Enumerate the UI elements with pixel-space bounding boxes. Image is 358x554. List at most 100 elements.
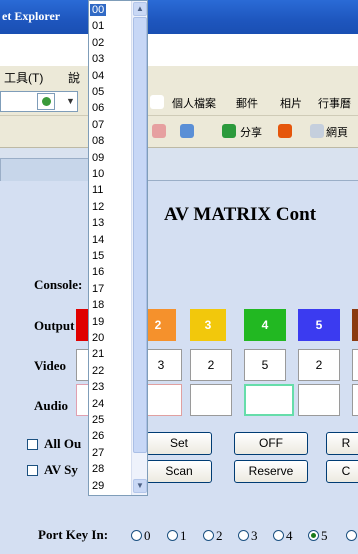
audio-input-4[interactable] xyxy=(244,384,294,416)
dropdown-option[interactable]: 02 xyxy=(92,37,104,49)
dropdown-option[interactable]: 04 xyxy=(92,70,104,82)
dropdown-option[interactable]: 09 xyxy=(92,152,104,164)
menu-help[interactable]: 說 xyxy=(68,69,80,86)
port-radio-4[interactable] xyxy=(273,530,284,541)
console-label: Console: xyxy=(34,277,83,292)
dropdown-option[interactable]: 16 xyxy=(92,266,104,278)
photos-link[interactable]: 相片 xyxy=(280,95,302,111)
dropdown-option[interactable]: 08 xyxy=(92,135,104,147)
all-output-checkbox[interactable] xyxy=(27,439,38,450)
dropdown-option[interactable]: 10 xyxy=(92,168,104,180)
dropdown-option[interactable]: 11 xyxy=(92,184,103,196)
video-input-4[interactable]: 5 xyxy=(244,349,286,381)
av-sync-label: AV Sy xyxy=(44,462,78,477)
port-radio-6[interactable] xyxy=(346,530,357,541)
hour-dropdown-list[interactable]: ▲ ▼ 00 01 02 03 04 05 06 07 08 09 10 11 12 13 14 15 16 17… xyxy=(88,0,148,496)
audio-input-6[interactable] xyxy=(352,384,358,416)
reserve-button[interactable]: Reserve xyxy=(234,460,308,483)
audio-label: Audio xyxy=(34,398,68,413)
title-bar: et Explorer xyxy=(0,0,358,34)
calendar-link[interactable]: 行事曆 xyxy=(318,95,351,111)
dropdown-option[interactable]: 07 xyxy=(92,119,104,131)
dropdown-option[interactable]: 00 xyxy=(90,4,107,16)
audio-input-3[interactable] xyxy=(190,384,232,416)
port-option-2: 2 xyxy=(216,528,223,543)
links-toolbar: ▼ 分享 網頁 xyxy=(0,116,358,148)
menu-bar: 工具(T) 說 xyxy=(0,66,358,88)
dropdown-option[interactable]: 06 xyxy=(92,102,104,114)
dropdown-option[interactable]: 03 xyxy=(92,53,104,65)
port-radio-1[interactable] xyxy=(167,530,178,541)
window-title: et Explorer xyxy=(2,9,61,23)
share-icon xyxy=(222,124,236,138)
output-3-header: 3 xyxy=(190,309,226,341)
web-button[interactable]: 網頁 xyxy=(326,124,348,140)
port-option-3: 3 xyxy=(251,528,258,543)
scan-button[interactable]: Scan xyxy=(146,460,212,483)
port-radio-2[interactable] xyxy=(203,530,214,541)
port-option-5: 5 xyxy=(321,528,328,543)
dropdown-option[interactable]: 23 xyxy=(92,381,104,393)
port-option-0: 0 xyxy=(144,528,151,543)
output-1-color xyxy=(76,309,88,341)
tab-strip xyxy=(0,148,358,181)
dropdown-option[interactable]: 15 xyxy=(92,250,104,262)
video-input-6[interactable] xyxy=(352,349,358,381)
video-input-1[interactable] xyxy=(76,349,88,381)
port-option-4: 4 xyxy=(286,528,293,543)
personal-files-link[interactable]: 個人檔案 xyxy=(172,95,216,111)
dropdown-option[interactable]: 05 xyxy=(92,86,104,98)
dropdown-option[interactable]: 22 xyxy=(92,365,104,377)
dropdown-option[interactable]: 24 xyxy=(92,398,104,410)
dropdown-option[interactable]: 29 xyxy=(92,480,104,492)
plus-icon[interactable] xyxy=(180,124,194,138)
dropdown-option[interactable]: 27 xyxy=(92,447,104,459)
dropdown-option[interactable]: 14 xyxy=(92,234,104,246)
share-button[interactable]: 分享 xyxy=(240,124,262,140)
dropdown-option[interactable]: 20 xyxy=(92,332,104,344)
web-icon xyxy=(310,124,324,138)
dropdown-option[interactable]: 17 xyxy=(92,283,104,295)
brush-icon[interactable] xyxy=(152,124,166,138)
output-6-color xyxy=(352,309,358,341)
chevron-down-icon[interactable]: ▼ xyxy=(66,96,75,106)
dropdown-option[interactable]: 25 xyxy=(92,414,104,426)
mail-link[interactable]: 郵件 xyxy=(236,95,258,111)
video-input-5[interactable]: 2 xyxy=(298,349,340,381)
audio-input-1[interactable] xyxy=(76,384,88,416)
port-radio-5[interactable] xyxy=(308,530,319,541)
output-4-header: 4 xyxy=(244,309,286,341)
audio-input-5[interactable] xyxy=(298,384,340,416)
all-output-label: All Ou xyxy=(44,436,82,451)
port-radio-3[interactable] xyxy=(238,530,249,541)
go-button[interactable] xyxy=(37,93,55,110)
scroll-down-button[interactable]: ▼ xyxy=(133,479,147,493)
av-sync-checkbox[interactable] xyxy=(27,465,38,476)
set-button[interactable]: Set xyxy=(146,432,212,455)
video-label: Video xyxy=(34,358,67,373)
r-button[interactable]: R xyxy=(326,432,358,455)
dropdown-option[interactable]: 12 xyxy=(92,201,104,213)
dropdown-scrollbar[interactable]: ▲ ▼ xyxy=(131,1,147,495)
video-input-3[interactable]: 2 xyxy=(190,349,232,381)
dropdown-option[interactable]: 28 xyxy=(92,463,104,475)
c-button[interactable]: C xyxy=(326,460,358,483)
output-5-header: 5 xyxy=(298,309,340,341)
dropdown-option[interactable]: 13 xyxy=(92,217,104,229)
dropdown-option[interactable]: 26 xyxy=(92,430,104,442)
scrollbar-thumb[interactable] xyxy=(133,17,147,453)
off-button[interactable]: OFF xyxy=(234,432,308,455)
menu-tools[interactable]: 工具(T) xyxy=(4,69,43,86)
dropdown-option[interactable]: 01 xyxy=(92,20,104,32)
blank-icon xyxy=(150,95,164,109)
port-option-1: 1 xyxy=(180,528,187,543)
port-radio-0[interactable] xyxy=(131,530,142,541)
dropdown-option[interactable]: 19 xyxy=(92,316,104,328)
alert-icon[interactable] xyxy=(278,124,292,138)
page-title: AV MATRIX Cont xyxy=(164,204,317,225)
output-label: Output xyxy=(34,318,75,333)
dropdown-option[interactable]: 21 xyxy=(92,348,104,360)
scroll-up-button[interactable]: ▲ xyxy=(133,2,147,16)
dropdown-option[interactable]: 18 xyxy=(92,299,104,311)
port-key-label: Port Key In: xyxy=(38,527,109,542)
